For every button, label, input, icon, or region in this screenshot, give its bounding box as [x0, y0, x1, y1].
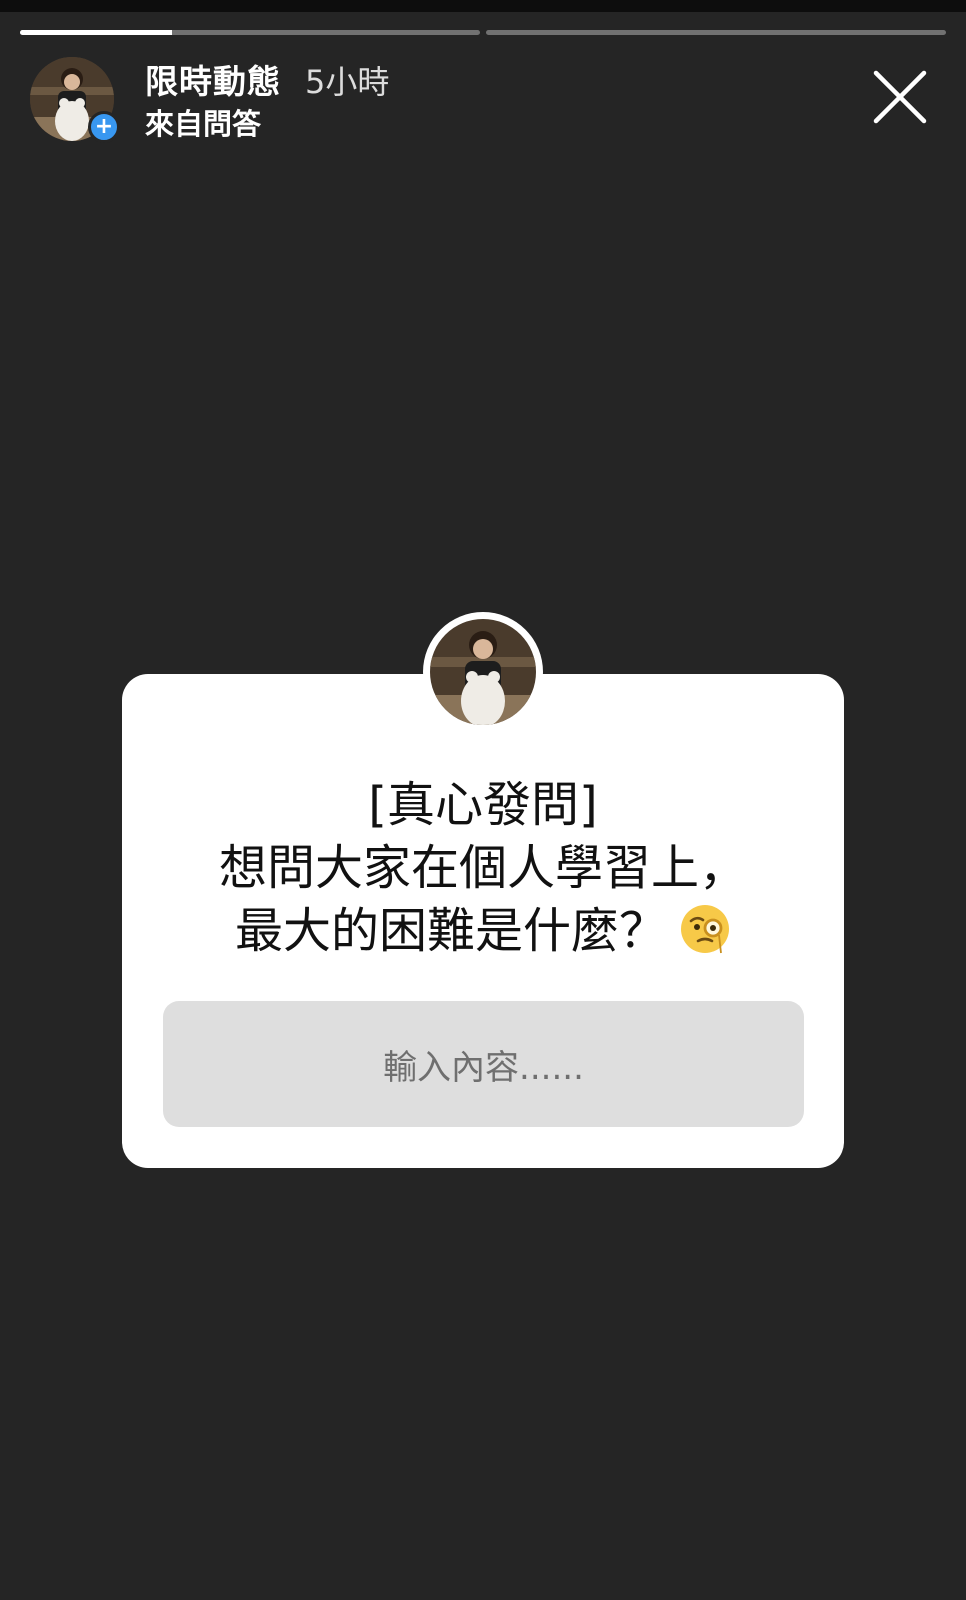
- plus-icon[interactable]: +: [88, 111, 120, 143]
- progress-segment-1: [20, 30, 480, 35]
- sticker-avatar: [423, 612, 543, 732]
- story-time: 5小時: [305, 63, 390, 101]
- question-line-2: 想問大家在個人學習上，: [218, 840, 747, 896]
- question-line-3-text: 最大的困難是什麼？: [234, 903, 667, 959]
- profile-avatar[interactable]: +: [30, 57, 120, 143]
- story-title: 限時動態: [145, 62, 281, 101]
- story-progress: [20, 30, 946, 35]
- story-subtitle: 來自問答: [145, 107, 262, 141]
- progress-segment-2: [486, 30, 946, 35]
- sticker-profile-photo-icon: [430, 619, 536, 725]
- progress-fill-1: [20, 30, 172, 35]
- answer-input[interactable]: 輸入內容......: [163, 1001, 804, 1127]
- question-sticker: [真心發問] 想問大家在個人學習上， 最大的困難是什麼？ 輸入內容......: [122, 674, 844, 1168]
- story-header: + 限時動態 5小時 來自問答: [30, 55, 946, 145]
- close-icon: [873, 70, 927, 124]
- status-bar: [0, 0, 966, 12]
- question-text: [真心發問] 想問大家在個人學習上， 最大的困難是什麼？: [122, 774, 844, 963]
- close-button[interactable]: [872, 69, 928, 125]
- question-line-3: 最大的困難是什麼？: [122, 900, 844, 963]
- question-line-1: [真心發問]: [368, 777, 598, 833]
- face-with-monocle-icon: [681, 905, 729, 954]
